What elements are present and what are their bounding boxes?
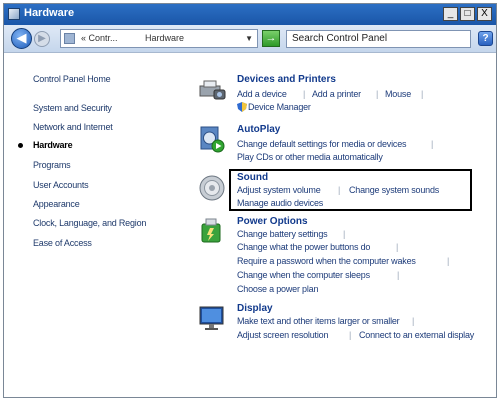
connect-external-display-link[interactable]: Connect to an external display [359, 330, 474, 340]
minimize-button[interactable]: _ [443, 7, 458, 21]
autoplay-link[interactable]: AutoPlay [237, 124, 280, 135]
sidebar-item-network-internet[interactable]: Network and Internet [33, 122, 113, 132]
change-sleep-link[interactable]: Change when the computer sleeps [237, 270, 370, 280]
title-bar[interactable]: Hardware _ □ X [4, 4, 496, 25]
chevron-down-icon[interactable]: ▼ [245, 30, 253, 47]
play-cds-automatically-link[interactable]: Play CDs or other media automatically [237, 152, 383, 162]
current-item-bullet [18, 143, 23, 148]
sidebar-item-user-accounts[interactable]: User Accounts [33, 180, 89, 190]
autoplay-icon [200, 126, 225, 153]
add-device-link[interactable]: Add a device [237, 89, 287, 99]
sound-highlight-box [229, 169, 472, 211]
change-default-settings-link[interactable]: Change default settings for media or dev… [237, 139, 407, 149]
display-link[interactable]: Display [237, 303, 273, 314]
add-printer-link[interactable]: Add a printer [312, 89, 361, 99]
breadcrumb-hardware[interactable]: Hardware [145, 30, 184, 47]
breadcrumb-control-panel[interactable]: « Contr... [81, 30, 118, 47]
sidebar-item-control-panel-home[interactable]: Control Panel Home [33, 74, 111, 84]
shield-icon [237, 102, 247, 112]
address-bar[interactable]: « Contr... Hardware ▼ [60, 29, 258, 48]
power-options-link[interactable]: Power Options [237, 216, 308, 227]
control-panel-window: Hardware _ □ X ◀ ▶ « Contr... Hardware ▼… [3, 3, 497, 398]
sidebar-item-programs[interactable]: Programs [33, 160, 71, 170]
hardware-icon [8, 8, 20, 20]
search-input[interactable]: Search Control Panel [286, 30, 471, 48]
forward-button[interactable]: ▶ [34, 31, 50, 47]
control-panel-icon [64, 33, 75, 44]
sidebar-item-ease-of-access[interactable]: Ease of Access [33, 238, 92, 248]
power-options-icon [201, 218, 221, 243]
window-controls: _ □ X [443, 7, 492, 21]
back-button[interactable]: ◀ [11, 28, 32, 49]
adjust-screen-resolution-link[interactable]: Adjust screen resolution [237, 330, 328, 340]
make-text-larger-link[interactable]: Make text and other items larger or smal… [237, 316, 400, 326]
printer-camera-icon [199, 80, 226, 100]
window-title: Hardware [24, 7, 75, 19]
sidebar-item-system-security[interactable]: System and Security [33, 103, 112, 113]
maximize-button[interactable]: □ [460, 7, 475, 21]
monitor-icon [199, 306, 224, 330]
refresh-button[interactable]: → [262, 30, 280, 47]
help-button[interactable]: ? [478, 31, 493, 46]
mouse-link[interactable]: Mouse [385, 89, 411, 99]
change-battery-settings-link[interactable]: Change battery settings [237, 229, 328, 239]
sidebar-item-hardware: Hardware [33, 140, 73, 150]
device-manager-link[interactable]: Device Manager [248, 102, 311, 112]
close-button[interactable]: X [477, 7, 492, 21]
change-power-buttons-link[interactable]: Change what the power buttons do [237, 242, 370, 252]
sidebar-item-appearance[interactable]: Appearance [33, 199, 80, 209]
choose-power-plan-link[interactable]: Choose a power plan [237, 284, 318, 294]
navigation-bar: ◀ ▶ « Contr... Hardware ▼ → Search Contr… [4, 25, 496, 53]
speaker-icon [199, 175, 225, 201]
devices-printers-link[interactable]: Devices and Printers [237, 74, 336, 85]
require-password-wake-link[interactable]: Require a password when the computer wak… [237, 256, 416, 266]
sidebar-item-clock-language-region[interactable]: Clock, Language, and Region [33, 218, 146, 228]
